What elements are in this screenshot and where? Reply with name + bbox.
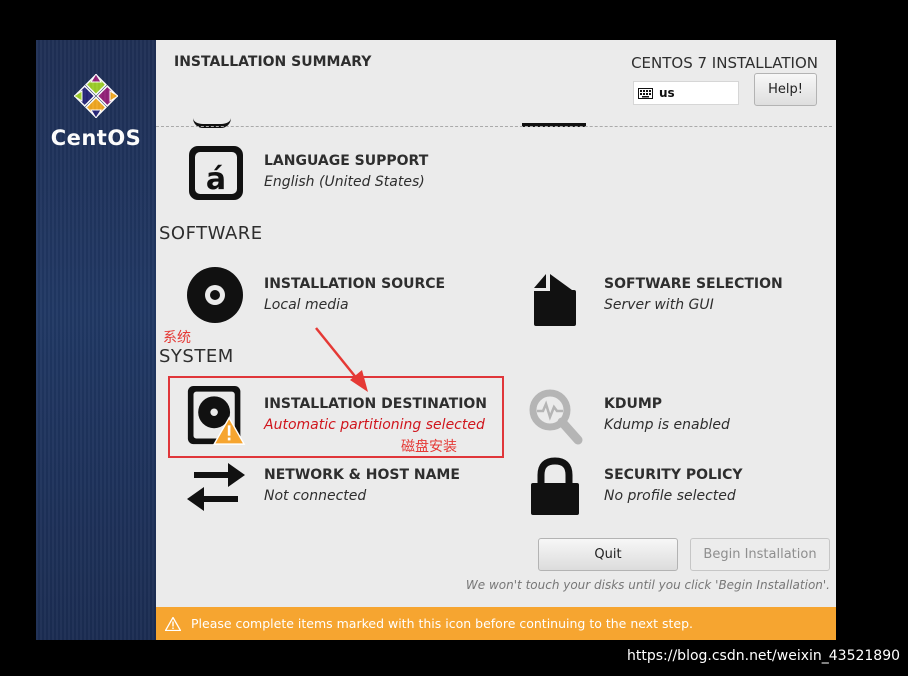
keyboard-layout-indicator[interactable]: us xyxy=(633,81,739,105)
spoke-title: SECURITY POLICY xyxy=(604,467,743,483)
disc-icon xyxy=(187,267,243,323)
language-icon: á xyxy=(189,146,243,200)
quit-button[interactable]: Quit xyxy=(538,538,678,571)
sidebar: CentOS xyxy=(36,40,156,640)
annotation-system-label: 系统 xyxy=(163,330,191,346)
spoke-kdump[interactable]: KDUMP Kdump is enabled xyxy=(526,386,826,448)
spoke-status: Kdump is enabled xyxy=(604,417,730,433)
warning-bar: Please complete items marked with this i… xyxy=(156,607,836,640)
keyboard-icon xyxy=(638,87,653,99)
section-system: SYSTEM xyxy=(159,346,234,367)
main-panel: INSTALLATION SUMMARY CENTOS 7 INSTALLATI… xyxy=(156,40,836,640)
keyboard-layout-value: us xyxy=(659,86,675,100)
annotation-arrow-icon xyxy=(315,327,368,392)
spoke-software-selection[interactable]: SOFTWARE SELECTION Server with GUI xyxy=(526,266,826,328)
package-icon xyxy=(534,274,576,326)
watermark: https://blog.csdn.net/weixin_43521890 xyxy=(627,648,901,664)
section-software: SOFTWARE xyxy=(159,223,263,244)
page-title: INSTALLATION SUMMARY xyxy=(174,54,372,70)
spoke-status: Not connected xyxy=(264,488,367,504)
network-arrows-icon xyxy=(187,463,245,511)
spoke-network-host[interactable]: NETWORK & HOST NAME Not connected xyxy=(186,457,486,519)
product-title: CENTOS 7 INSTALLATION xyxy=(631,54,818,72)
spoke-security-policy[interactable]: SECURITY POLICY No profile selected xyxy=(526,457,826,519)
scroll-divider xyxy=(156,126,832,127)
magnifier-icon xyxy=(529,389,583,445)
padlock-icon xyxy=(531,457,579,515)
warning-message: Please complete items marked with this i… xyxy=(191,616,694,631)
spoke-status: No profile selected xyxy=(604,488,736,504)
spoke-status: Local media xyxy=(264,297,349,313)
warning-icon xyxy=(165,616,181,631)
spoke-title: NETWORK & HOST NAME xyxy=(264,467,460,483)
spoke-status: English (United States) xyxy=(264,174,425,190)
help-button[interactable]: Help! xyxy=(754,73,817,106)
spoke-status: Server with GUI xyxy=(604,297,714,313)
brand-name: CentOS xyxy=(50,126,142,150)
spoke-title: SOFTWARE SELECTION xyxy=(604,276,783,292)
disk-safety-note: We won't touch your disks until you clic… xyxy=(465,578,830,592)
svg-text:á: á xyxy=(206,162,226,197)
spoke-title: KDUMP xyxy=(604,396,663,412)
installer-window: CentOS INSTALLATION SUMMARY CENTOS 7 INS… xyxy=(36,40,836,640)
spoke-title: INSTALLATION SOURCE xyxy=(264,276,446,292)
spoke-language-support[interactable]: á LANGUAGE SUPPORT English (United State… xyxy=(186,143,486,205)
centos-logo-icon xyxy=(74,74,118,118)
begin-installation-button[interactable]: Begin Installation xyxy=(690,538,830,571)
spoke-installation-source[interactable]: INSTALLATION SOURCE Local media xyxy=(186,266,486,328)
spoke-title: LANGUAGE SUPPORT xyxy=(264,153,429,169)
annotation-disk-install: 磁盘安装 xyxy=(401,439,457,455)
